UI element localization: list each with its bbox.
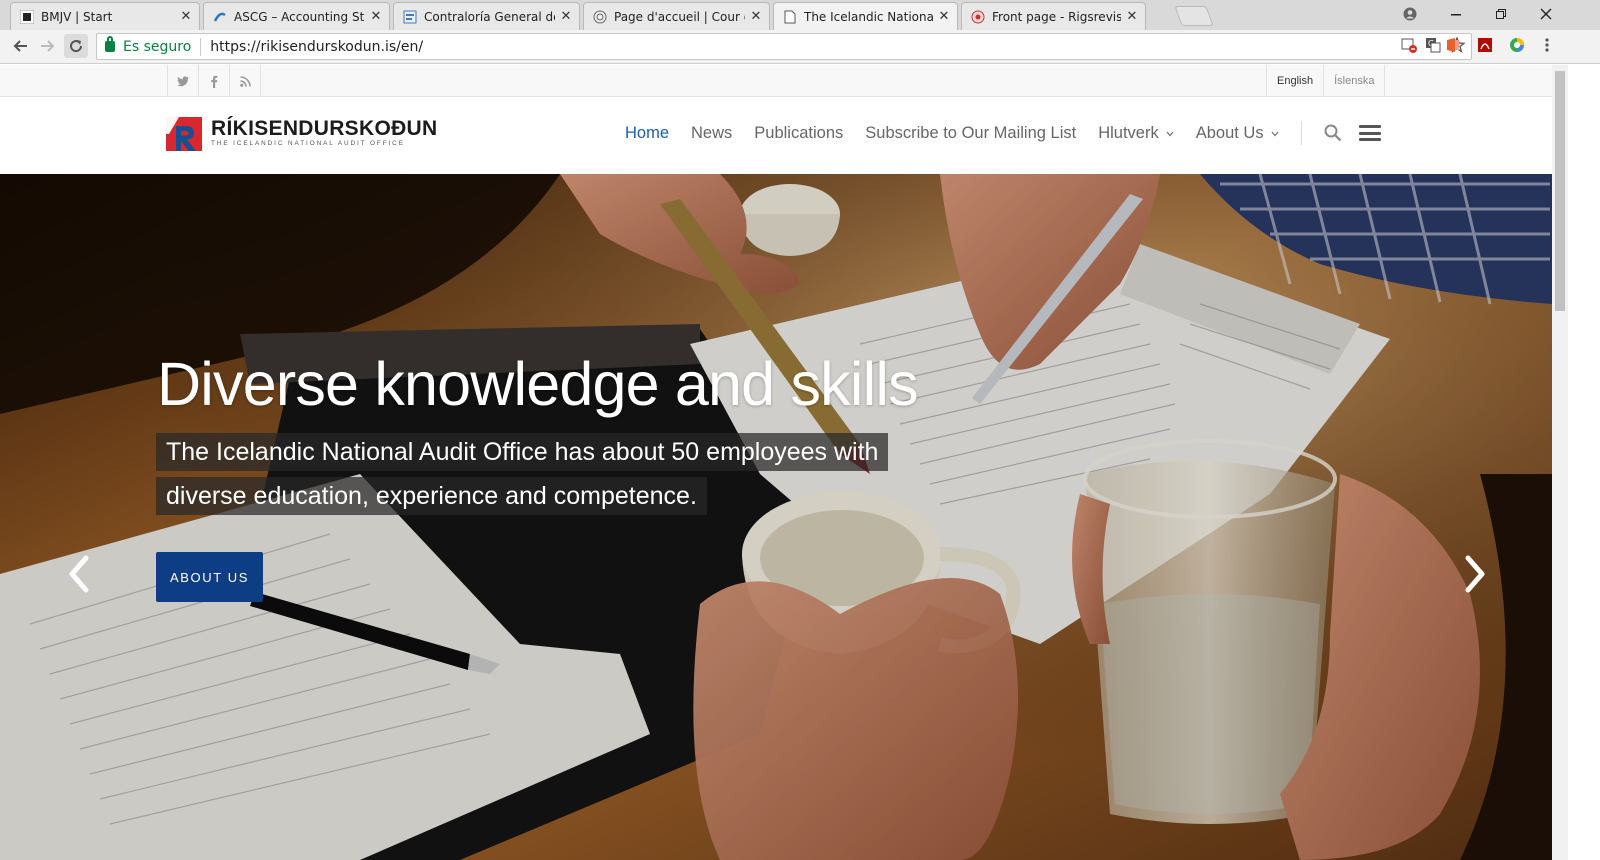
chevron-down-icon	[1166, 129, 1174, 139]
close-window-icon[interactable]	[1524, 0, 1568, 28]
eagle-favicon-icon	[19, 9, 35, 25]
site-header: RÍKISENDURSKOÐUN THE ICELANDIC NATIONAL …	[0, 97, 1552, 174]
back-arrow-icon[interactable]	[8, 34, 32, 58]
address-separator	[200, 37, 202, 56]
minimize-window-icon[interactable]	[1434, 0, 1478, 28]
chevron-down-icon	[1271, 129, 1279, 139]
slider-next-chevron-icon[interactable]	[1462, 554, 1488, 594]
hero-title: Diverse knowledge and skills	[157, 350, 919, 418]
close-tab-icon[interactable]: ✕	[369, 9, 383, 24]
blocked-popup-icon[interactable]	[1401, 37, 1417, 57]
nav-label: About Us	[1195, 124, 1264, 142]
page-favicon-icon	[782, 9, 798, 25]
search-icon[interactable]	[1324, 124, 1342, 142]
slider-prev-chevron-icon[interactable]	[66, 554, 92, 594]
nav-publications[interactable]: Publications	[754, 124, 843, 143]
logo-tagline: THE ICELANDIC NATIONAL AUDIT OFFICE	[211, 140, 405, 147]
browser-tab[interactable]: BMJV | Start ✕	[10, 2, 200, 30]
nav-label: News	[691, 124, 733, 142]
url-text[interactable]: https://rikisendurskodun.is/en/	[210, 39, 423, 55]
nav-home[interactable]: Home	[625, 124, 669, 143]
tab-title: Contraloría General de la	[424, 9, 555, 24]
hero-slider: Diverse knowledge and skills The Iceland…	[0, 174, 1552, 860]
close-tab-icon[interactable]: ✕	[749, 9, 763, 24]
twitter-icon[interactable]	[168, 65, 199, 97]
close-tab-icon[interactable]: ✕	[1125, 9, 1139, 24]
browser-tab[interactable]: Page d'accueil | Cour des ✕	[583, 2, 770, 30]
pdf-extension-icon[interactable]	[1475, 35, 1495, 55]
browser-tab[interactable]: ASCG – Accounting Standards ✕	[203, 2, 390, 30]
nav-news[interactable]: News	[691, 124, 732, 143]
tab-title: ASCG – Accounting Standards	[234, 9, 365, 24]
browser-tab-strip: BMJV | Start ✕ ASCG – Accounting Standar…	[0, 0, 1600, 30]
lang-english[interactable]: English	[1267, 65, 1325, 97]
lang-icelandic[interactable]: Íslenska	[1324, 65, 1386, 97]
tab-title: Page d'accueil | Cour des	[614, 9, 745, 24]
hero-description-line-2: diverse education, experience and compet…	[156, 477, 707, 515]
social-links	[167, 65, 261, 97]
profile-icon[interactable]	[1388, 0, 1432, 28]
logo-mark-icon	[166, 117, 202, 151]
lock-icon[interactable]	[105, 36, 115, 52]
header-divider	[1301, 121, 1302, 145]
rss-icon[interactable]	[230, 65, 261, 97]
nav-label: Subscribe to Our Mailing List	[865, 124, 1077, 142]
forward-arrow-icon[interactable]	[36, 34, 60, 58]
nav-subscribe[interactable]: Subscribe to Our Mailing List	[865, 124, 1076, 143]
hero-description: The Icelandic National Audit Office has …	[156, 430, 896, 518]
tab-title: The Icelandic National Audit	[804, 9, 933, 24]
window-edge	[1568, 65, 1600, 860]
address-bar[interactable]: Es seguro https://rikisendurskodun.is/en…	[96, 33, 1472, 60]
browser-tab[interactable]: Contraloría General de la ✕	[393, 2, 580, 30]
hero-description-line-1: The Icelandic National Audit Office has …	[156, 433, 889, 471]
secure-label[interactable]: Es seguro	[123, 39, 191, 55]
crest-favicon-icon	[970, 9, 986, 25]
ascg-favicon-icon	[212, 9, 228, 25]
close-tab-icon[interactable]: ✕	[559, 9, 573, 24]
web-page: English Íslenska RÍKISENDURSKOÐUN THE IC…	[0, 65, 1552, 860]
logo-wordmark: RÍKISENDURSKOÐUN THE ICELANDIC NATIONAL …	[211, 117, 437, 147]
new-tab-button[interactable]	[1174, 6, 1214, 26]
tab-title: Front page - Rigsrevisionen	[992, 9, 1121, 24]
translate-icon[interactable]: G	[1425, 37, 1441, 57]
close-tab-icon[interactable]: ✕	[937, 9, 951, 24]
browser-tab[interactable]: Front page - Rigsrevisionen ✕	[961, 2, 1146, 30]
hamburger-menu-icon[interactable]	[1359, 125, 1381, 141]
close-tab-icon[interactable]: ✕	[179, 9, 193, 24]
browser-menu-icon[interactable]	[1537, 35, 1557, 55]
main-navigation: Home News Publications Subscribe to Our …	[625, 124, 1301, 143]
nav-about-us[interactable]: About Us	[1196, 124, 1279, 143]
site-logo[interactable]: RÍKISENDURSKOÐUN THE ICELANDIC NATIONAL …	[166, 117, 437, 151]
browser-tab-active[interactable]: The Icelandic National Audit ✕	[773, 2, 958, 30]
about-us-button[interactable]: ABOUT US	[156, 552, 263, 602]
nav-label: Home	[625, 124, 670, 142]
reload-icon[interactable]	[64, 34, 88, 58]
logo-name: RÍKISENDURSKOÐUN	[211, 117, 438, 140]
top-utility-bar: English Íslenska	[0, 65, 1552, 97]
document-favicon-icon	[402, 9, 418, 25]
page-scrollbar[interactable]	[1552, 65, 1568, 860]
seal-favicon-icon	[592, 9, 608, 25]
office-extension-icon[interactable]	[1443, 35, 1463, 55]
facebook-icon[interactable]	[199, 65, 230, 97]
nav-label: Publications	[754, 124, 844, 142]
browser-toolbar: Es seguro https://rikisendurskodun.is/en…	[0, 30, 1600, 64]
language-switcher: English Íslenska	[1266, 65, 1386, 97]
nav-hlutverk[interactable]: Hlutverk	[1098, 124, 1174, 143]
scrollbar-thumb[interactable]	[1555, 71, 1565, 311]
tab-title: BMJV | Start	[41, 9, 113, 24]
color-extension-icon[interactable]	[1507, 35, 1527, 55]
restore-window-icon[interactable]	[1479, 0, 1523, 28]
nav-label: Hlutverk	[1098, 124, 1159, 142]
